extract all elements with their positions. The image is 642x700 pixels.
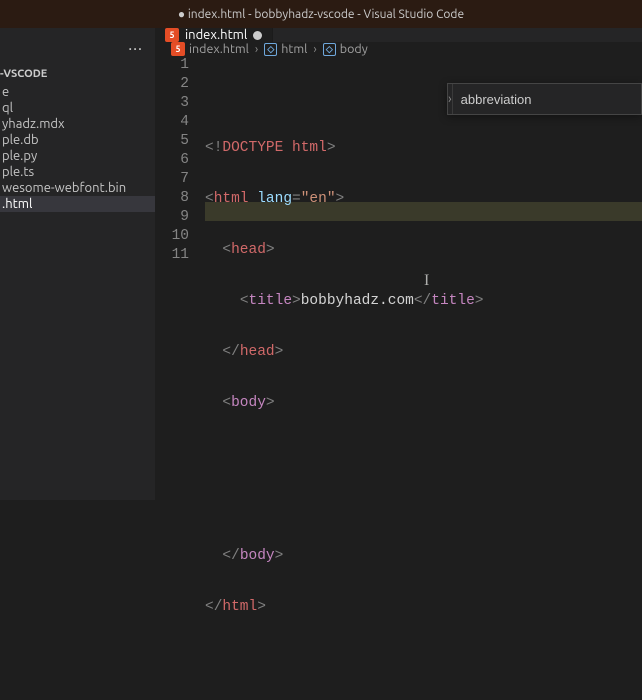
- explorer-file-list: e ql yhadz.mdx ple.db ple.py ple.ts weso…: [0, 84, 155, 212]
- list-item[interactable]: ql: [0, 100, 155, 116]
- breadcrumb-node[interactable]: body: [340, 42, 368, 56]
- editor-tabs: 5 index.html: [155, 28, 642, 42]
- more-actions-icon[interactable]: ···: [128, 40, 143, 58]
- list-item[interactable]: wesome-webfont.bin: [0, 180, 155, 196]
- tab-label: index.html: [185, 28, 247, 42]
- tab-dirty-indicator-icon[interactable]: [253, 31, 262, 40]
- find-input[interactable]: [453, 84, 642, 114]
- html5-file-icon: 5: [165, 28, 179, 42]
- list-item[interactable]: ple.db: [0, 132, 155, 148]
- code-editor[interactable]: 1 2 3 4 5 6 7 8 9 10 11 <!DOCTYPE html> …: [155, 56, 642, 700]
- chevron-right-icon: ›: [313, 43, 316, 56]
- list-item[interactable]: .html: [0, 196, 155, 212]
- list-item[interactable]: ple.ts: [0, 164, 155, 180]
- explorer-sidebar: ··· -VSCODE e ql yhadz.mdx ple.db ple.py…: [0, 28, 155, 500]
- chevron-right-icon: ›: [255, 43, 258, 56]
- list-item[interactable]: yhadz.mdx: [0, 116, 155, 132]
- list-item[interactable]: e: [0, 84, 155, 100]
- breadcrumb-node[interactable]: html: [281, 42, 307, 56]
- element-icon: ◇: [264, 43, 277, 56]
- code-content[interactable]: <!DOCTYPE html> <html lang="en"> <head> …: [205, 56, 642, 700]
- explorer-folder-label[interactable]: -VSCODE: [0, 66, 155, 84]
- window-titlebar: ● index.html - bobbyhadz-vscode - Visual…: [0, 0, 642, 28]
- find-widget[interactable]: › Aa: [447, 83, 642, 115]
- list-item[interactable]: ple.py: [0, 148, 155, 164]
- breadcrumb[interactable]: 5 index.html › ◇ html › ◇ body: [155, 42, 642, 56]
- html5-file-icon: 5: [171, 42, 185, 56]
- window-title: ● index.html - bobbyhadz-vscode - Visual…: [178, 7, 464, 21]
- breadcrumb-file[interactable]: index.html: [189, 42, 249, 56]
- tab-index-html[interactable]: 5 index.html: [155, 28, 273, 42]
- element-icon: ◇: [323, 43, 336, 56]
- line-number-gutter: 1 2 3 4 5 6 7 8 9 10 11: [155, 56, 205, 700]
